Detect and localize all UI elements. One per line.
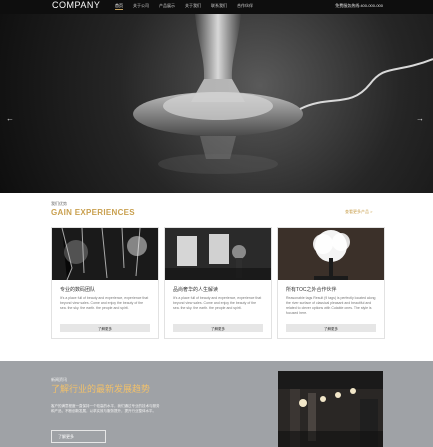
card-title: 品尚奢华的人生解读 [173, 287, 219, 293]
top-header: COMPANY 首页 关于公司 产品展示 关于我们 联系我们 合作伙伴 免费服务… [0, 0, 433, 14]
arrow-left-icon[interactable]: ← [6, 115, 18, 123]
card-image [52, 228, 158, 280]
trends-title: 了解行业的最新发展趋势 [51, 384, 151, 394]
nav-item-partners[interactable]: 合作伙伴 [237, 4, 253, 10]
trends-photo [278, 371, 383, 447]
hero-lamp-illustration [133, 14, 433, 174]
card-title: 专业的数码团队 [60, 287, 96, 293]
experience-card: 品尚奢华的人生解读 It's a place full of beauty an… [164, 227, 272, 339]
card-description: Reasonable tags Result (9 tags) is perfe… [286, 296, 376, 315]
nav-item-about-company[interactable]: 关于公司 [133, 4, 149, 10]
nav-item-home[interactable]: 首页 [115, 4, 123, 10]
learn-more-button[interactable]: 了解更多 [60, 324, 150, 332]
gain-experiences-section: 我们优势 GAIN EXPERIENCES 查看更多产品 > 专业的数码团队 I… [0, 193, 433, 361]
nav-item-about-us[interactable]: 关于我们 [185, 4, 201, 10]
main-nav: 首页 关于公司 产品展示 关于我们 联系我们 合作伙伴 [115, 4, 253, 10]
experience-card: 专业的数码团队 It's a place full of beauty and … [51, 227, 159, 339]
company-logo[interactable]: COMPANY [52, 1, 100, 10]
card-description: It's a place full of beauty and experien… [173, 296, 262, 310]
nav-item-contact[interactable]: 联系我们 [211, 4, 227, 10]
section-subtitle: 我们优势 [51, 201, 67, 206]
learn-more-button[interactable]: 了解更多 [286, 324, 376, 332]
learn-more-button[interactable]: 了解更多 [173, 324, 263, 332]
industry-trends-section: 新闻资讯 了解行业的最新发展趋势 客户的满意程度一直保持一个较高的水平，我们通过… [0, 361, 433, 447]
section-title: GAIN EXPERIENCES [51, 208, 135, 217]
card-title: 所有TOC之外合作伙伴 [286, 287, 337, 293]
card-image [165, 228, 271, 280]
trends-description: 客户的满意程度一直保持一个较高的水平，我们通过专业的技术与服务和产品，不断创新发… [51, 404, 160, 413]
arrow-right-icon[interactable]: → [416, 115, 428, 123]
view-more-link[interactable]: 查看更多产品 > [345, 209, 372, 215]
trends-learn-more-button[interactable]: 了解更多 [51, 430, 106, 443]
card-image [278, 228, 384, 280]
experience-card: 所有TOC之外合作伙伴 Reasonable tags Result (9 ta… [277, 227, 385, 339]
hero-banner: ← → [0, 14, 433, 193]
hotline-text: 免费服务热线:400-000-000 [335, 3, 383, 8]
nav-item-products[interactable]: 产品展示 [159, 4, 175, 10]
card-description: It's a place full of beauty and experien… [60, 296, 149, 310]
